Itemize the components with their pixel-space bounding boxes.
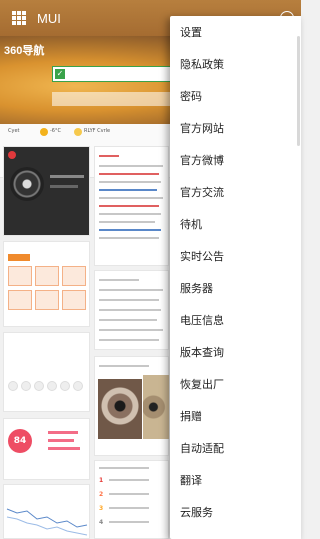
music-card[interactable] — [3, 146, 90, 236]
menu-item-privacy[interactable]: 隐私政策 — [170, 51, 301, 79]
tile[interactable] — [35, 266, 59, 286]
score-bar — [48, 447, 80, 450]
tool-button[interactable] — [60, 381, 70, 391]
weather-city: Cyet — [8, 128, 20, 134]
app-title: MUI — [37, 10, 61, 26]
dog-photo[interactable] — [98, 379, 142, 439]
apps-grid-icon[interactable] — [12, 11, 26, 25]
tile[interactable] — [62, 266, 86, 286]
tool-button[interactable] — [73, 381, 83, 391]
news-card — [94, 146, 169, 266]
tab-active[interactable] — [8, 254, 30, 261]
menu-item-announcements[interactable]: 实时公告 — [170, 243, 301, 271]
menu-item-version[interactable]: 版本查询 — [170, 339, 301, 367]
menu-item-standby[interactable]: 待机 — [170, 211, 301, 239]
menu-item-translate[interactable]: 翻译 — [170, 467, 301, 495]
score-badge: 84 — [8, 429, 32, 453]
dog-photo[interactable] — [143, 375, 169, 439]
music-app-icon — [8, 151, 16, 159]
weather-aqi: RLYF Cvrle — [84, 128, 111, 134]
menu-item-official-site[interactable]: 官方网站 — [170, 115, 301, 143]
stock-card — [3, 484, 90, 539]
menu-item-voltage[interactable]: 电压信息 — [170, 307, 301, 335]
score-card: 84 — [3, 418, 90, 480]
menu-item-official-chat[interactable]: 官方交流 — [170, 179, 301, 207]
stock-sparkline — [6, 508, 88, 536]
menu-item-donate[interactable]: 捐赠 — [170, 403, 301, 431]
search-icon: ✓ — [55, 69, 65, 79]
tile[interactable] — [35, 290, 59, 310]
tool-button[interactable] — [47, 381, 57, 391]
score-bar — [48, 431, 78, 434]
tile[interactable] — [62, 290, 86, 310]
menu-item-cloud[interactable]: 云服务 — [170, 499, 301, 527]
tool-button[interactable] — [21, 381, 31, 391]
vinyl-disc-icon — [10, 167, 44, 201]
hot-list-card — [94, 270, 169, 350]
menu-item-auto-adapt[interactable]: 自动适配 — [170, 435, 301, 463]
quick-tiles-card — [3, 241, 90, 327]
ranking-card: 1 2 3 4 — [94, 460, 169, 539]
tool-button[interactable] — [8, 381, 18, 391]
tile[interactable] — [8, 290, 32, 310]
weather-temp: -6°C — [50, 128, 61, 134]
menu-item-factory-reset[interactable]: 恢复出厂 — [170, 371, 301, 399]
menu-item-official-weibo[interactable]: 官方微博 — [170, 147, 301, 175]
tools-card — [3, 332, 90, 412]
options-menu: 设置 隐私政策 密码 官方网站 官方微博 官方交流 待机 实时公告 服务器 电压… — [170, 16, 301, 539]
sun-icon — [40, 128, 48, 136]
menu-item-server[interactable]: 服务器 — [170, 275, 301, 303]
cloud-icon — [74, 128, 82, 136]
tile[interactable] — [8, 266, 32, 286]
photo-card[interactable] — [94, 356, 169, 456]
menu-item-settings[interactable]: 设置 — [170, 19, 301, 47]
tool-button[interactable] — [34, 381, 44, 391]
score-bar — [48, 439, 74, 442]
site-logo: 360导航 — [4, 45, 45, 57]
menu-item-password[interactable]: 密码 — [170, 83, 301, 111]
